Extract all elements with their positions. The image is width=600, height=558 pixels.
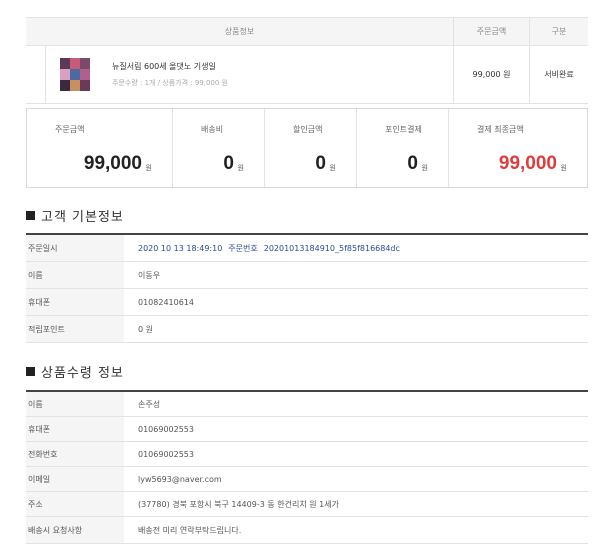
table-row: 전화번호 01069002553 [26,442,588,467]
recipient-email: lyw5693@naver.com [138,474,222,484]
product-name[interactable]: 뉴질서림 600세 올댓노 기생일 [112,61,228,72]
product-price: 99,000 원 [454,46,530,103]
table-row: 이름 이동우 [26,262,588,289]
product-table: 상품정보 주문금액 구분 뉴질서림 600세 올댓노 기생일 주문수량 : 1개… [26,17,588,104]
summary-value-final: 99,000 [498,153,557,174]
summary-value: 99,000 [83,153,142,174]
product-thumbnail[interactable] [60,58,90,91]
summary-unit: 원 [560,164,567,172]
summary-discount: 할인금액 0 원 [265,109,357,187]
customer-phone: 01082410614 [138,297,194,307]
header-order-amount: 주문금액 [454,18,530,45]
order-no-label: 주문번호 [228,243,258,253]
recipient-section-title: 상품수령 정보 [26,362,124,381]
table-row: 주소 (37780) 경북 포항시 북구 14409-3 동 한건리치 원 1세… [26,492,588,517]
square-bullet-icon [26,211,35,220]
summary-label: 할인금액 [293,125,323,134]
recipient-tel: 01069002553 [138,449,194,459]
table-row: 휴대폰 01082410614 [26,289,588,316]
row-label: 주소 [26,492,124,516]
summary-value: 0 [315,153,326,174]
summary-label: 주문금액 [55,125,85,134]
order-date: 2020 10 13 18:49:10 [138,243,223,253]
table-row: 적립포인트 0 원 [26,316,588,343]
row-label: 이름 [26,392,124,416]
recipient-memo: 배송전 미리 연락부탁드립니다. [138,525,242,535]
summary-label: 배송비 [201,125,224,134]
table-row: 휴대폰 01069002553 [26,417,588,442]
recipient-mobile: 01069002553 [138,424,194,434]
product-status: 서비완료 [544,69,574,79]
table-row: 이메일 lyw5693@naver.com [26,467,588,492]
row-label: 적립포인트 [26,316,124,342]
row-label: 배송시 요청사항 [26,517,124,543]
table-row: 이름 손주성 [26,392,588,417]
row-label: 휴대폰 [26,289,124,315]
table-row: 배송시 요청사항 배송전 미리 연락부탁드립니다. [26,517,588,544]
summary-unit: 원 [329,164,336,172]
summary-label: 포인트결제 [385,125,422,134]
row-label: 주문일시 [26,235,124,261]
summary-unit: 원 [145,164,152,172]
row-label: 전화번호 [26,442,124,466]
product-info-cell: 뉴질서림 600세 올댓노 기생일 주문수량 : 1개 / 상품가격 : 99,… [46,46,454,103]
product-option: 주문수량 : 1개 / 상품가격 : 99,000 원 [112,79,228,87]
customer-section-title: 고객 기본정보 [26,206,124,225]
header-product-info: 상품정보 [26,18,454,45]
section-title-text: 상품수령 정보 [41,366,124,381]
payment-summary: 주문금액 99,000 원 배송비 0 원 할인금액 0 원 포인트결제 0 원… [26,108,588,188]
summary-final-total: 결제 최종금액 99,000 원 [449,109,587,187]
summary-shipping: 배송비 0 원 [173,109,265,187]
summary-order-total: 주문금액 99,000 원 [27,109,173,187]
recipient-address: (37780) 경북 포항시 북구 14409-3 동 한건리치 원 1세가 [138,499,339,509]
customer-info-table: 주문일시 2020 10 13 18:49:10 주문번호 202010131849… [26,233,588,343]
table-row: 주문일시 2020 10 13 18:49:10 주문번호 202010131849… [26,235,588,262]
summary-label: 결제 최종금액 [477,125,524,134]
product-table-header: 상품정보 주문금액 구분 [26,18,588,46]
summary-points: 포인트결제 0 원 [357,109,449,187]
square-bullet-icon [26,367,35,376]
section-title-text: 고객 기본정보 [41,210,124,225]
order-date-value: 2020 10 13 18:49:10 주문번호 20201013184910_5f… [124,243,400,254]
summary-value: 0 [407,153,418,174]
recipient-name: 손주성 [138,399,161,409]
row-label: 휴대폰 [26,417,124,441]
row-label: 이메일 [26,467,124,491]
row-label: 이름 [26,262,124,288]
customer-points: 0 원 [138,324,153,334]
recipient-info-table: 이름 손주성 휴대폰 01069002553 전화번호 01069002553 … [26,390,588,544]
header-status: 구분 [551,27,567,36]
product-row: 뉴질서림 600세 올댓노 기생일 주문수량 : 1개 / 상품가격 : 99,… [26,46,588,104]
summary-value: 0 [223,153,234,174]
summary-unit: 원 [237,164,244,172]
summary-unit: 원 [421,164,428,172]
order-number: 20201013184910_5f85f816684dc [263,243,400,253]
row-spacer [26,46,46,103]
customer-name: 이동우 [138,270,161,280]
